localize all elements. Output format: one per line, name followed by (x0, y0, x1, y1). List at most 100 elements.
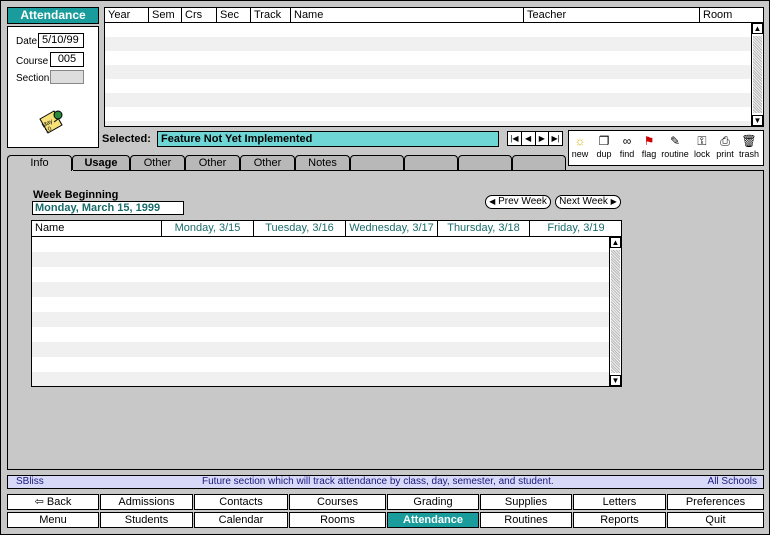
tool-print-label: print (716, 149, 734, 159)
next-week-button[interactable]: Next Week ▶ (555, 195, 621, 209)
next-week-label: Next Week (559, 196, 608, 207)
tool-trash[interactable]: 🗑 trash (737, 133, 761, 159)
prev-week-button[interactable]: ◀ Prev Week (485, 195, 551, 209)
prev-record-icon[interactable]: ◀ (522, 132, 536, 145)
week-heading: Week Beginning (33, 189, 119, 201)
trash-icon: 🗑 (741, 134, 757, 148)
next-arrow-icon: ▶ (610, 197, 617, 206)
week-field: Monday, March 15, 1999 (32, 201, 184, 215)
date-label: Date (16, 36, 38, 47)
tool-flag-label: flag (641, 149, 657, 159)
col-sec[interactable]: Sec (217, 8, 251, 22)
tab-info[interactable]: Info (7, 155, 72, 171)
col-track[interactable]: Track (251, 8, 291, 22)
tab-empty-1[interactable] (350, 155, 404, 170)
grid-scroll-down-icon[interactable]: ▼ (610, 375, 621, 386)
section-label: Section (16, 73, 50, 84)
prev-arrow-icon: ◀ (489, 197, 496, 206)
printer-icon: ⎙ (720, 134, 730, 148)
calendar-note-icon: May 10 (36, 107, 66, 137)
scroll-down-icon[interactable]: ▼ (752, 115, 763, 126)
key-icon: ⚿ (697, 134, 707, 148)
col-thursday[interactable]: Thursday, 3/18 (438, 221, 530, 236)
tool-trash-label: trash (738, 149, 759, 159)
nav-admissions[interactable]: Admissions (100, 494, 193, 510)
tab-other-3[interactable]: Other (240, 155, 295, 170)
course-label: Course (16, 56, 49, 67)
record-info-panel: Date 5/10/99 Course 005 Section May 10 (7, 26, 99, 148)
nav-calendar[interactable]: Calendar (194, 512, 288, 528)
duplicate-icon: ❐ (598, 134, 610, 148)
tool-dup-label: dup (596, 149, 612, 159)
tab-usage[interactable]: Usage (72, 155, 130, 170)
attendance-grid: Name Monday, 3/15 Tuesday, 3/16 Wednesda… (31, 220, 622, 387)
first-record-icon[interactable]: |◀ (508, 132, 522, 145)
lightbulb-icon: ☼ (574, 134, 586, 148)
nav-contacts[interactable]: Contacts (194, 494, 288, 510)
next-record-icon[interactable]: ▶ (536, 132, 550, 145)
nav-back-label: Back (46, 496, 72, 508)
col-student-name[interactable]: Name (32, 221, 162, 236)
nav-menu[interactable]: Menu (7, 512, 99, 528)
tool-new[interactable]: ☼ new (568, 133, 592, 159)
tab-other-2[interactable]: Other (185, 155, 240, 170)
attendance-grid-header: Name Monday, 3/15 Tuesday, 3/16 Wednesda… (32, 221, 621, 237)
col-tuesday[interactable]: Tuesday, 3/16 (254, 221, 346, 236)
tab-other-1[interactable]: Other (130, 155, 185, 170)
tool-new-label: new (571, 149, 589, 159)
tool-lock[interactable]: ⚿ lock (690, 133, 714, 159)
tab-empty-2[interactable] (404, 155, 458, 170)
selected-label: Selected: (102, 133, 151, 145)
tab-empty-3[interactable] (458, 155, 512, 170)
course-table-body[interactable] (105, 23, 751, 126)
nav-rooms[interactable]: Rooms (289, 512, 386, 528)
course-field[interactable]: 005 (50, 52, 84, 67)
status-scope: All Schools (707, 476, 757, 487)
attendance-grid-scrollbar[interactable]: ▲ ▼ (609, 237, 621, 386)
nav-quit[interactable]: Quit (667, 512, 764, 528)
course-table-scrollbar[interactable]: ▲ ▼ (751, 23, 763, 126)
nav-routines[interactable]: Routines (480, 512, 572, 528)
attendance-grid-body[interactable] (32, 237, 609, 386)
course-table: Year Sem Crs Sec Track Name Teacher Room… (104, 7, 764, 127)
col-year[interactable]: Year (105, 8, 149, 22)
scroll-up-icon[interactable]: ▲ (752, 23, 763, 34)
col-monday[interactable]: Monday, 3/15 (162, 221, 254, 236)
nav-supplies[interactable]: Supplies (480, 494, 572, 510)
tool-dup[interactable]: ❐ dup (592, 133, 616, 159)
course-table-header: Year Sem Crs Sec Track Name Teacher Room (105, 8, 763, 23)
tool-find-label: find (619, 149, 635, 159)
flag-icon: ⚑ (643, 134, 655, 148)
tool-print[interactable]: ⎙ print (713, 133, 737, 159)
col-sem[interactable]: Sem (149, 8, 182, 22)
nav-reports[interactable]: Reports (573, 512, 666, 528)
tool-flag[interactable]: ⚑ flag (637, 133, 661, 159)
tool-routine-label: routine (661, 149, 689, 159)
nav-grading[interactable]: Grading (387, 494, 479, 510)
clipboard-icon: ✎ (669, 134, 681, 148)
last-record-icon[interactable]: ▶| (549, 132, 562, 145)
back-arrow-icon: ⇦ (34, 496, 44, 508)
nav-students[interactable]: Students (100, 512, 193, 528)
col-crs[interactable]: Crs (182, 8, 217, 22)
record-navigator: |◀ ◀ ▶ ▶| (507, 131, 563, 146)
selected-field: Feature Not Yet Implemented (157, 131, 499, 147)
nav-courses[interactable]: Courses (289, 494, 386, 510)
col-room[interactable]: Room (700, 8, 752, 22)
tab-notes[interactable]: Notes (295, 155, 350, 170)
col-friday[interactable]: Friday, 3/19 (530, 221, 621, 236)
prev-week-label: Prev Week (498, 196, 547, 207)
nav-preferences[interactable]: Preferences (667, 494, 764, 510)
nav-attendance[interactable]: Attendance (387, 512, 479, 528)
nav-letters[interactable]: Letters (573, 494, 666, 510)
nav-back[interactable]: ⇦ Back (7, 494, 99, 510)
col-teacher[interactable]: Teacher (524, 8, 700, 22)
section-field[interactable] (50, 70, 84, 84)
col-wednesday[interactable]: Wednesday, 3/17 (346, 221, 438, 236)
tab-empty-4[interactable] (512, 155, 566, 170)
date-field[interactable]: 5/10/99 (38, 33, 84, 48)
col-name[interactable]: Name (291, 8, 524, 22)
tool-routine[interactable]: ✎ routine (661, 133, 689, 159)
grid-scroll-up-icon[interactable]: ▲ (610, 237, 621, 248)
tool-find[interactable]: ∞ find (615, 133, 639, 159)
